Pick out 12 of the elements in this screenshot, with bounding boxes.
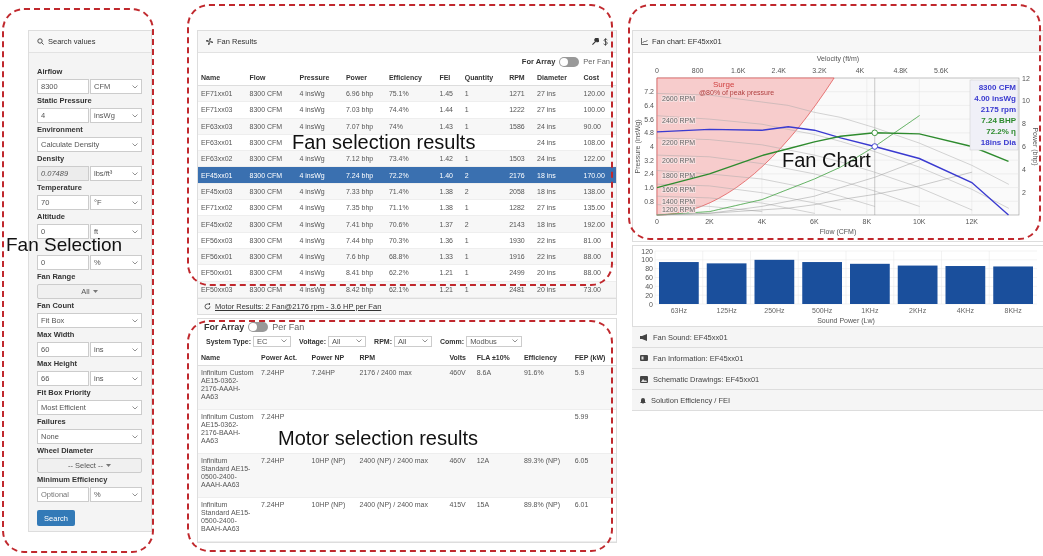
readout-text: 2175 rpm [980, 105, 1016, 114]
annotation-label: Fan Chart [782, 150, 871, 170]
annotation-label: Fan selection results [292, 132, 476, 152]
readout-text: 4.00 insWg [974, 94, 1016, 103]
readout-text: 7.24 BHP [981, 116, 1016, 125]
annotation-label: Motor selection results [278, 428, 479, 448]
surge-label: Surge [713, 80, 735, 89]
toggle-label: For Array [204, 322, 245, 333]
readout-text: 8300 CFM [978, 83, 1016, 92]
toggle-label: Per Fan [272, 322, 305, 333]
readout-text: 72.2% η [986, 127, 1016, 136]
readout-text: 18ins Dia [980, 138, 1016, 147]
